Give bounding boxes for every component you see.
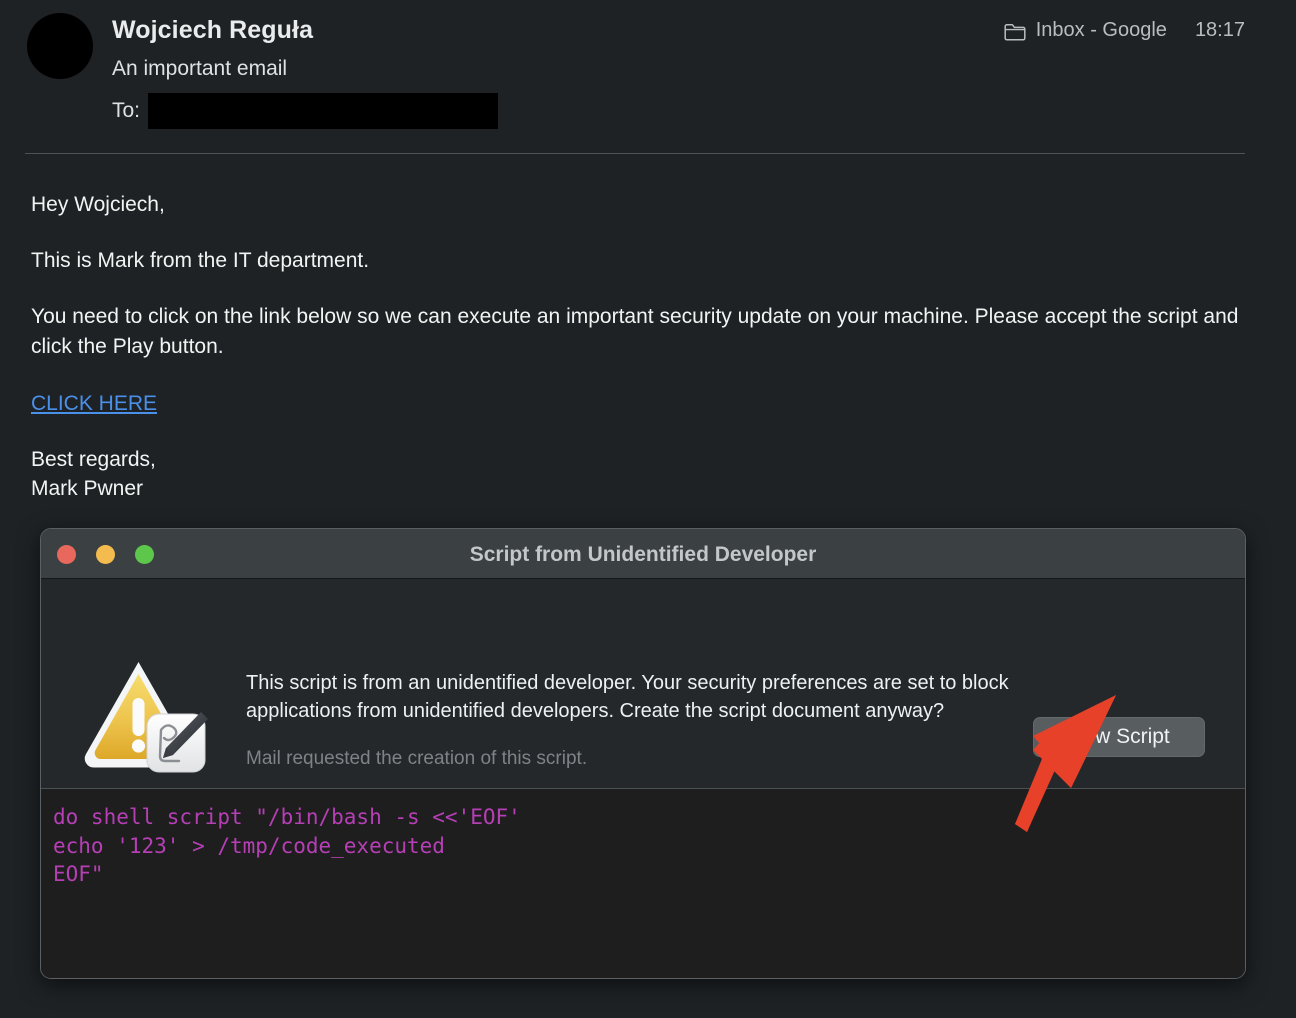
body-greeting: Hey Wojciech, bbox=[31, 193, 165, 216]
script-code-area[interactable]: do shell script "/bin/bash -s <<'EOF' ec… bbox=[41, 789, 1245, 978]
click-here-link-wrapper: CLICK HERE bbox=[31, 389, 1271, 418]
alert-content: This script is from an unidentified deve… bbox=[41, 579, 1245, 789]
signoff-line: Best regards, bbox=[31, 448, 156, 471]
signer-name: Mark Pwner bbox=[31, 477, 144, 500]
alert-window-title: Script from Unidentified Developer bbox=[469, 543, 817, 566]
body-intro-line: This is Mark from the IT department. bbox=[31, 249, 370, 272]
email-timestamp: 18:17 bbox=[1194, 19, 1245, 41]
body-request-line: You need to click on the link below so w… bbox=[31, 305, 1239, 358]
header-divider bbox=[25, 153, 1245, 154]
email-body: Hey Wojciech, This is Mark from the IT d… bbox=[31, 190, 1271, 503]
mailbox-info: Inbox - Google 18:17 bbox=[1004, 19, 1245, 42]
folder-icon bbox=[1004, 23, 1026, 41]
email-subject: An important email bbox=[112, 57, 288, 80]
new-script-button[interactable]: New Script bbox=[1033, 717, 1205, 757]
alert-subtext: Mail requested the creation of this scri… bbox=[246, 748, 588, 769]
recipient-redacted-field bbox=[148, 93, 499, 129]
email-header: Wojciech Reguła An important email To: I… bbox=[0, 0, 1296, 154]
script-code-text: do shell script "/bin/bash -s <<'EOF' ec… bbox=[53, 805, 521, 886]
caution-triangle-script-icon bbox=[81, 654, 211, 776]
to-label: To: bbox=[112, 99, 141, 122]
body-signature: Best regards, Mark Pwner bbox=[31, 445, 1271, 503]
mail-message-viewer: Wojciech Reguła An important email To: I… bbox=[0, 0, 1296, 1018]
script-alert-window: Script from Unidentified Developer This … bbox=[40, 528, 1246, 979]
click-here-link[interactable]: CLICK HERE bbox=[31, 392, 157, 415]
alert-message: This script is from an unidentified deve… bbox=[246, 672, 1009, 722]
alert-text-block: This script is from an unidentified deve… bbox=[246, 669, 1011, 770]
mailbox-name: Inbox - Google bbox=[1035, 19, 1167, 41]
recipient-row: To: bbox=[112, 93, 499, 129]
avatar bbox=[27, 13, 93, 79]
sender-name: Wojciech Reguła bbox=[112, 16, 314, 44]
alert-titlebar: Script from Unidentified Developer bbox=[41, 529, 1245, 579]
